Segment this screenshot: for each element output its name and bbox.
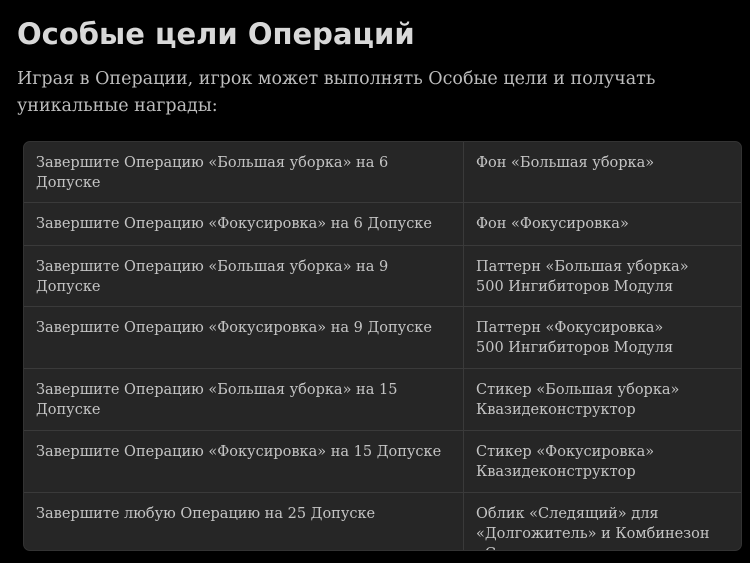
condition-cell: Завершите Операцию «Большая уборка» на 9… xyxy=(24,245,464,307)
reward-cell: Стикер «Большая уборка» Квазидеконструкт… xyxy=(463,368,741,431)
condition-cell: Завершите Операцию «Фокусировка» на 6 До… xyxy=(24,202,464,246)
reward-cell: Стикер «Фокусировка» Квазидеконструктор xyxy=(463,430,741,493)
table-row: Завершите Операцию «Фокусировка» на 9 До… xyxy=(24,306,741,369)
table-row: Завершите Операцию «Фокусировка» на 15 Д… xyxy=(24,430,741,493)
objectives-table-grid: Завершите Операцию «Большая уборка» на 6… xyxy=(24,142,741,550)
objectives-table: Завершите Операцию «Большая уборка» на 6… xyxy=(23,141,742,551)
table-row: Завершите Операцию «Фокусировка» на 6 До… xyxy=(24,202,741,246)
condition-cell: Завершите любую Операцию на 25 Допуске xyxy=(24,492,464,550)
table-row: Завершите любую Операцию на 25 Допуске О… xyxy=(24,492,741,550)
table-row: Завершите Операцию «Большая уборка» на 6… xyxy=(24,142,741,203)
condition-cell: Завершите Операцию «Большая уборка» на 1… xyxy=(24,368,464,431)
reward-cell: Паттерн «Фокусировка» 500 Ингибиторов Мо… xyxy=(463,306,741,369)
reward-cell: Паттерн «Большая уборка» 500 Ингибиторов… xyxy=(463,245,741,307)
condition-cell: Завершите Операцию «Большая уборка» на 6… xyxy=(24,142,464,203)
table-row: Завершите Операцию «Большая уборка» на 1… xyxy=(24,368,741,431)
condition-cell: Завершите Операцию «Фокусировка» на 9 До… xyxy=(24,306,464,369)
condition-cell: Завершите Операцию «Фокусировка» на 15 Д… xyxy=(24,430,464,493)
table-row: Завершите Операцию «Большая уборка» на 9… xyxy=(24,245,741,307)
reward-cell: Фон «Фокусировка» xyxy=(463,202,741,246)
reward-cell: Фон «Большая уборка» xyxy=(463,142,741,203)
reward-cell: Облик «Следящий» для «Долгожитель» и Ком… xyxy=(476,506,710,550)
intro-paragraph: Играя в Операции, игрок может выполнять … xyxy=(17,69,656,116)
page-title: Особые цели Операций xyxy=(17,17,415,51)
